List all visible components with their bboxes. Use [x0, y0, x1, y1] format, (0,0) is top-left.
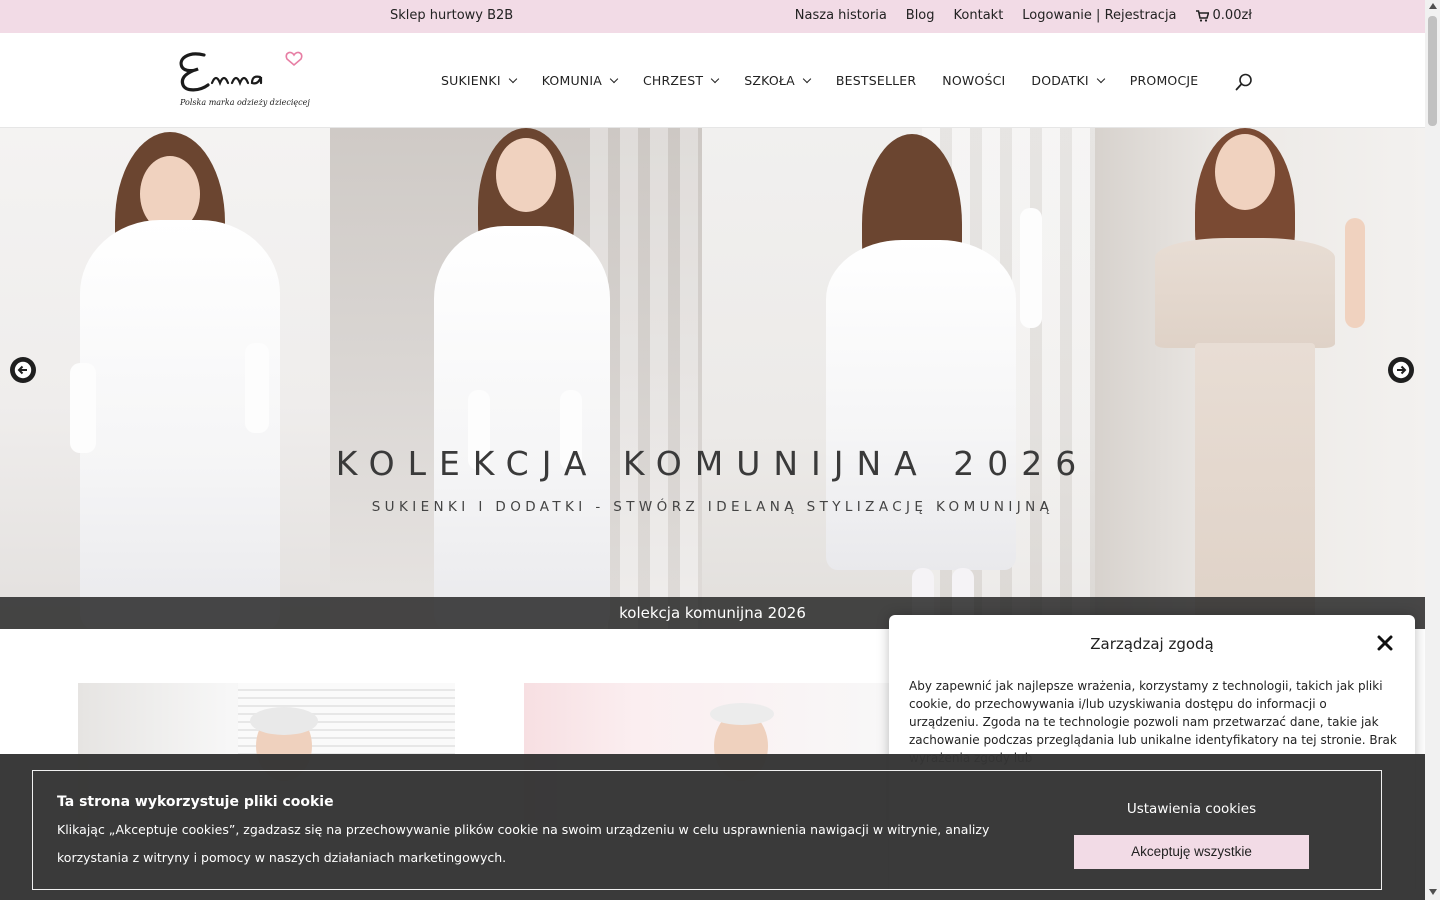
close-icon[interactable] [1376, 634, 1394, 652]
nav-item-sukienki[interactable]: SUKIENKI [441, 73, 517, 88]
nav-label: KOMUNIA [541, 73, 602, 88]
cookie-banner: Ta strona wykorzystuje pliki cookie Klik… [0, 754, 1425, 900]
top-links: Nasza historia Blog Kontakt Logowanie | … [795, 8, 1252, 23]
top-link-blog[interactable]: Blog [906, 8, 935, 23]
nav-item-chrzest[interactable]: CHRZEST [642, 73, 720, 88]
slider-prev-button[interactable] [10, 357, 36, 383]
nav-item-szkola[interactable]: SZKOŁA [744, 73, 812, 88]
slide-photo-2 [330, 128, 702, 629]
chevron-down-icon [609, 74, 619, 84]
scroll-down-arrow-icon[interactable] [1429, 889, 1437, 895]
cart-icon [1195, 9, 1209, 22]
cookie-settings-button[interactable]: Ustawienia cookies [1074, 801, 1309, 817]
search-icon[interactable] [1235, 73, 1253, 91]
chevron-down-icon [710, 74, 720, 84]
cookie-banner-box: Ta strona wykorzystuje pliki cookie Klik… [32, 770, 1382, 890]
cart-link[interactable]: 0.00zł [1195, 8, 1252, 23]
top-link-history[interactable]: Nasza historia [795, 8, 887, 23]
top-link-contact[interactable]: Kontakt [954, 8, 1004, 23]
logo-mark: Polska marka odzieży dziecięcej [179, 51, 310, 107]
logo-tagline: Polska marka odzieży dziecięcej [179, 98, 310, 107]
nav-label: BESTSELLER [835, 73, 917, 88]
top-bar: Sklep hurtowy B2B Nasza historia Blog Ko… [0, 0, 1425, 33]
scrollbar-thumb[interactable] [1428, 16, 1437, 126]
slide-photo-3 [702, 128, 1095, 629]
nav-label: CHRZEST [642, 73, 704, 88]
main-nav: SUKIENKI KOMUNIA CHRZEST SZKOŁA BESTSELL… [441, 73, 1198, 88]
cookie-banner-text: Klikając „Akceptuje cookies”, zgadzasz s… [57, 822, 990, 865]
nav-item-bestseller[interactable]: BESTSELLER [836, 73, 916, 88]
nav-label: NOWOŚCI [942, 73, 1006, 88]
consent-modal-title: Zarządzaj zgodą [1090, 635, 1214, 653]
nav-label: DODATKI [1031, 73, 1089, 88]
chevron-down-icon [508, 74, 517, 84]
nav-item-nowosci[interactable]: NOWOŚCI [942, 73, 1005, 88]
slide-subtitle: SUKIENKI I DODATKI - STWÓRZ IDELANĄ STYL… [371, 499, 1054, 515]
scroll-up-arrow-icon[interactable] [1429, 3, 1437, 9]
slide-photo-4 [1095, 128, 1425, 629]
cart-total: 0.00zł [1212, 8, 1252, 23]
nav-item-promocje[interactable]: PROMOCJE [1130, 73, 1199, 88]
slide-photo-1 [0, 128, 330, 629]
cookie-banner-title: Ta strona wykorzystuje pliki cookie [57, 794, 334, 810]
top-link-login-register[interactable]: Logowanie | Rejestracja [1022, 8, 1176, 23]
site-header: Polska marka odzieży dziecięcej SUKIENKI… [0, 33, 1425, 128]
nav-item-dodatki[interactable]: DODATKI [1031, 73, 1106, 88]
arrow-right-icon [1392, 361, 1410, 379]
slider-next-button[interactable] [1388, 357, 1414, 383]
nav-label: SUKIENKI [441, 73, 501, 88]
arrow-left-icon [14, 361, 32, 379]
b2b-shop-link[interactable]: Sklep hurtowy B2B [390, 8, 513, 23]
nav-label: PROMOCJE [1129, 73, 1199, 88]
accept-all-cookies-button[interactable]: Akceptuję wszystkie [1074, 835, 1309, 869]
logo[interactable]: Polska marka odzieży dziecięcej [176, 47, 310, 113]
nav-item-komunia[interactable]: KOMUNIA [541, 73, 619, 88]
chevron-down-icon [802, 74, 812, 84]
nav-label: SZKOŁA [744, 73, 795, 88]
slide-title: KOLEKCJA KOMUNIJNA 2026 [335, 444, 1090, 483]
scrollbar[interactable] [1425, 0, 1440, 900]
chevron-down-icon [1096, 74, 1106, 84]
hero-slider[interactable]: KOLEKCJA KOMUNIJNA 2026 SUKIENKI I DODAT… [0, 128, 1425, 629]
